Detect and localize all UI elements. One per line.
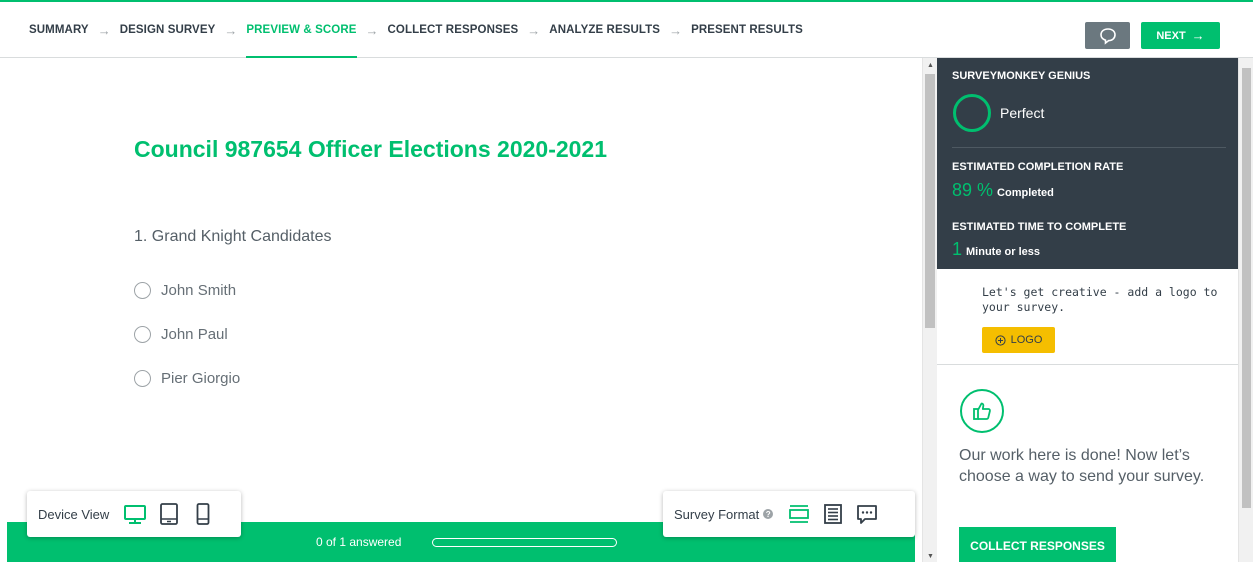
question-title: 1. Grand Knight Candidates	[134, 228, 332, 245]
completion-rate-value: 89 %	[952, 180, 994, 200]
completion-time-heading: ESTIMATED TIME TO COMPLETE	[952, 221, 1127, 233]
next-button-label: NEXT	[1156, 29, 1186, 42]
radio-button[interactable]	[134, 326, 151, 343]
arrow-right-icon: →	[365, 22, 379, 38]
step-summary[interactable]: SUMMARY	[29, 2, 89, 58]
scrollbar-thumb[interactable]	[925, 74, 935, 328]
survey-format-label: Survey Format	[674, 506, 760, 522]
arrow-right-icon: →	[669, 22, 683, 38]
answer-option-label: Pier Giorgio	[161, 370, 241, 387]
answer-option-label: John Paul	[161, 326, 228, 343]
collect-prompt-text: Our work here is done! Now let’s choose …	[959, 447, 1205, 485]
completion-time-unit: Minute or less	[966, 246, 1040, 258]
arrow-right-icon: →	[224, 22, 238, 38]
genius-heading: SURVEYMONKEY GENIUS	[952, 70, 1091, 82]
step-analyze-results[interactable]: ANALYZE RESULTS	[549, 2, 660, 58]
radio-button[interactable]	[134, 282, 151, 299]
step-nav: SUMMARY → DESIGN SURVEY → PREVIEW & SCOR…	[29, 2, 803, 59]
add-logo-button-label: LOGO	[1010, 334, 1043, 346]
plus-circle-icon	[995, 334, 1006, 346]
desktop-icon[interactable]	[121, 500, 149, 528]
arrow-right-icon: →	[527, 22, 541, 38]
progress-text: 0 of 1 answered	[316, 535, 402, 549]
conversation-format-icon[interactable]	[853, 500, 881, 528]
scroll-down-icon[interactable]: ▼	[927, 553, 934, 560]
top-nav: SUMMARY → DESIGN SURVEY → PREVIEW & SCOR…	[0, 0, 1253, 59]
step-collect-responses[interactable]: COLLECT RESPONSES	[388, 2, 519, 58]
scroll-up-icon[interactable]: ▲	[927, 62, 934, 69]
thumbs-up-icon	[960, 389, 1004, 433]
survey-scrollbar[interactable]: ▲ ▼	[922, 58, 937, 562]
answer-option[interactable]: Pier Giorgio	[134, 370, 240, 387]
genius-score-ring	[953, 94, 991, 132]
answer-option[interactable]: John Paul	[134, 326, 228, 343]
logo-suggestion-text: Let's get creative - add a logo to your …	[982, 285, 1218, 314]
genius-score-label: Perfect	[1000, 105, 1045, 121]
progress-bar	[432, 538, 617, 547]
logo-suggestion-card: Let's get creative - add a logo to your …	[937, 269, 1238, 365]
collect-responses-button[interactable]: COLLECT RESPONSES	[959, 527, 1116, 562]
add-logo-button[interactable]: LOGO	[982, 327, 1055, 353]
device-view-label: Device View	[38, 506, 110, 522]
survey-format-panel: Survey Format ?	[663, 491, 915, 537]
classic-format-icon[interactable]	[819, 500, 847, 528]
step-present-results[interactable]: PRESENT RESULTS	[691, 2, 803, 58]
speech-bubble-icon	[1099, 27, 1116, 45]
tablet-icon[interactable]	[155, 500, 183, 528]
arrow-right-icon: →	[97, 22, 111, 38]
completion-time-value: 1	[952, 239, 963, 259]
completion-time: 1 Minute or less	[952, 239, 1040, 260]
help-icon[interactable]: ?	[763, 509, 774, 519]
step-design-survey[interactable]: DESIGN SURVEY	[120, 2, 216, 58]
divider	[952, 147, 1226, 148]
app-window: SUMMARY → DESIGN SURVEY → PREVIEW & SCOR…	[0, 0, 1253, 562]
step-preview-score[interactable]: PREVIEW & SCORE	[246, 2, 357, 59]
answer-option[interactable]: John Smith	[134, 282, 236, 299]
feedback-button[interactable]	[1085, 22, 1130, 49]
survey-title: Council 987654 Officer Elections 2020-20…	[134, 136, 608, 162]
completion-rate-unit: Completed	[997, 187, 1054, 199]
page-scrollbar[interactable]	[1238, 58, 1253, 562]
radio-button[interactable]	[134, 370, 151, 387]
device-view-panel: Device View	[27, 491, 241, 537]
scrollbar-thumb[interactable]	[1242, 68, 1251, 508]
completion-rate: 89 % Completed	[952, 180, 1054, 201]
next-button[interactable]: NEXT →	[1141, 22, 1220, 49]
genius-panel: SURVEYMONKEY GENIUS Perfect ESTIMATED CO…	[937, 58, 1238, 269]
completion-rate-heading: ESTIMATED COMPLETION RATE	[952, 161, 1124, 173]
answer-option-label: John Smith	[161, 282, 237, 299]
phone-icon[interactable]	[189, 500, 217, 528]
one-question-at-a-time-icon[interactable]	[785, 500, 813, 528]
survey-preview: Council 987654 Officer Elections 2020-20…	[0, 58, 922, 562]
arrow-right-icon: →	[1191, 28, 1205, 43]
collect-prompt-card: Our work here is done! Now let’s choose …	[937, 366, 1238, 562]
